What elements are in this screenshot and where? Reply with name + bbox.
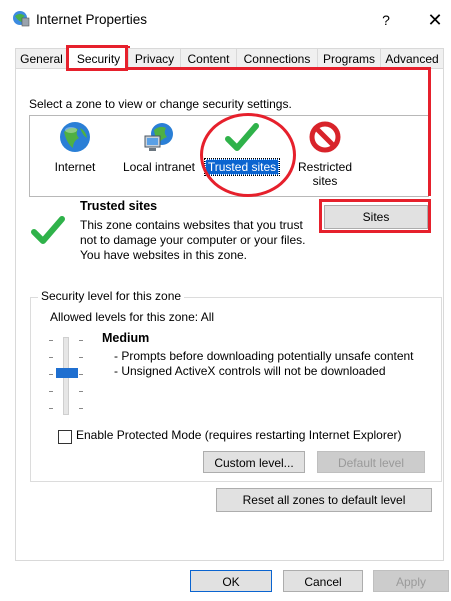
zone-label: Internet xyxy=(54,160,96,174)
globe-icon xyxy=(58,120,92,154)
level-item: - Unsigned ActiveX controls will not be … xyxy=(114,364,386,378)
slider-tick xyxy=(49,340,53,341)
protected-mode-checkbox[interactable] xyxy=(58,430,72,444)
slider-tick xyxy=(49,374,53,375)
window-title: Internet Properties xyxy=(36,12,148,27)
zone-description-text: This zone contains websites that you tru… xyxy=(80,218,306,247)
slider-tick xyxy=(49,408,53,409)
level-item: - Prompts before downloading potentially… xyxy=(114,349,414,363)
annotation-trusted-sites-circle xyxy=(200,113,296,197)
tab-advanced[interactable]: Advanced xyxy=(380,48,444,69)
selected-zone-description: This zone contains websites that you tru… xyxy=(80,218,310,263)
custom-level-button[interactable]: Custom level... xyxy=(203,451,305,473)
slider-tick xyxy=(79,408,83,409)
security-level-slider-thumb[interactable] xyxy=(56,368,78,378)
security-level-name: Medium xyxy=(102,331,150,345)
selected-zone-title: Trusted sites xyxy=(80,199,158,213)
tab-programs[interactable]: Programs xyxy=(317,48,381,69)
slider-tick xyxy=(49,391,53,392)
allowed-levels-label: Allowed levels for this zone: All xyxy=(50,310,215,324)
ok-button[interactable]: OK xyxy=(190,570,272,592)
tab-content[interactable]: Content xyxy=(180,48,237,69)
tab-connections[interactable]: Connections xyxy=(236,48,318,69)
tab-privacy[interactable]: Privacy xyxy=(128,48,181,69)
slider-tick xyxy=(79,340,83,341)
cancel-button[interactable]: Cancel xyxy=(283,570,363,592)
annotation-sites-button xyxy=(319,199,431,233)
reset-all-zones-button[interactable]: Reset all zones to default level xyxy=(216,488,432,512)
zone-note-text: You have websites in this zone. xyxy=(80,248,247,262)
default-level-button[interactable]: Default level xyxy=(317,451,425,473)
slider-tick xyxy=(79,374,83,375)
slider-tick xyxy=(79,391,83,392)
close-button[interactable]: ✕ xyxy=(424,9,446,31)
checkmark-icon xyxy=(30,212,66,248)
tab-general[interactable]: General xyxy=(15,48,68,69)
slider-tick xyxy=(79,357,83,358)
help-button[interactable]: ? xyxy=(376,10,396,30)
apply-button[interactable]: Apply xyxy=(373,570,449,592)
annotation-security-tab xyxy=(66,45,128,71)
protected-mode-label: Enable Protected Mode (requires restarti… xyxy=(76,428,402,442)
internet-options-icon xyxy=(12,9,30,27)
security-level-description: - Prompts before downloading potentially… xyxy=(114,349,424,379)
zone-internet[interactable]: Internet xyxy=(44,120,106,174)
slider-tick xyxy=(49,357,53,358)
security-level-group-title: Security level for this zone xyxy=(38,289,185,303)
